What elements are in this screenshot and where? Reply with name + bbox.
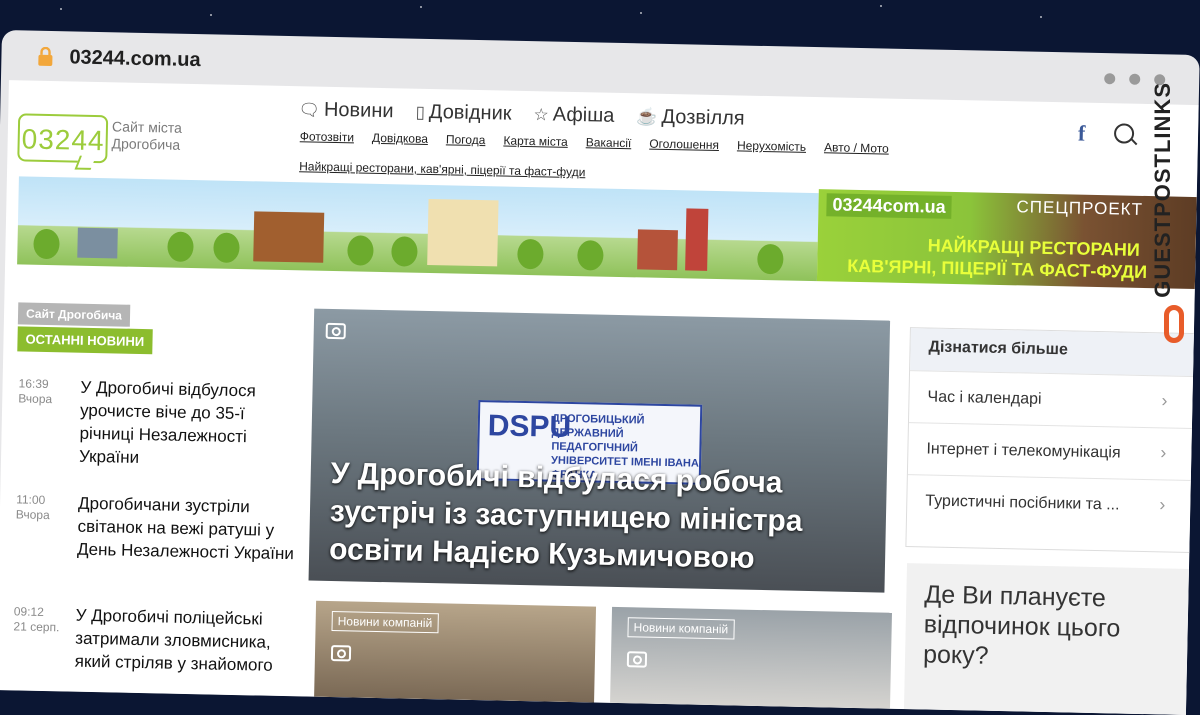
camera-icon [626, 651, 648, 668]
banner-tree [33, 228, 60, 260]
news-title[interactable]: Дрогобичани зустріли світанок на вежі ра… [77, 492, 296, 566]
sidebar-item-label: Туристичні посібники та ... [925, 492, 1120, 514]
banner-tree [517, 238, 544, 270]
nav-label: Довідник [428, 100, 512, 125]
window-dot[interactable] [1104, 73, 1116, 85]
subnav-link-map[interactable]: Карта міста [503, 133, 568, 150]
sidebar-item[interactable]: Інтернет і телекомунікація › [907, 422, 1195, 481]
banner-building [253, 211, 325, 263]
site-label: Сайт Дрогобича [17, 302, 131, 327]
subnav-link-photo[interactable]: Фотозвіти [300, 128, 355, 145]
news-section-heading[interactable]: ОСТАННІ НОВИНИ [17, 326, 153, 355]
subnav-link-weather[interactable]: Погода [446, 131, 486, 148]
sub-nav: Фотозвіти Довідкова Погода Карта міста В… [299, 128, 900, 187]
nav-label: Новини [323, 98, 394, 123]
facebook-icon[interactable]: f [1078, 121, 1086, 147]
search-icon[interactable] [1113, 123, 1135, 144]
sidebar-item[interactable]: Час і календарі › [908, 370, 1197, 429]
sidebar-item[interactable]: Туристичні посібники та ... › [906, 474, 1194, 533]
news-item[interactable]: 11:00 Вчора Дрогобичани зустріли світанок… [16, 490, 294, 563]
subnav-link-ads[interactable]: Оголошення [649, 136, 719, 153]
camera-icon [325, 322, 346, 340]
nav-events[interactable]: ☆ Афіша [533, 103, 614, 128]
logo-subtitle: Сайт міста Дрогобича [111, 118, 183, 153]
news-item[interactable]: 09:12 21 серп. У Дрогобичі поліцейські за… [13, 602, 284, 674]
nav-directory[interactable]: ▯ Довідник [415, 101, 511, 126]
subnav-link-realty[interactable]: Нерухомість [737, 137, 806, 154]
chain-link-icon [1164, 305, 1184, 343]
city-banner[interactable] [17, 176, 819, 282]
banner-tree [167, 231, 194, 263]
subnav-link-auto[interactable]: Авто / Мото [824, 139, 889, 156]
banner-tree [577, 240, 604, 271]
banner-tree [213, 232, 240, 264]
cup-icon: ☕ [636, 106, 658, 127]
spec-tag: СПЕЦПРОЕКТ [1016, 197, 1144, 219]
lock-icon [38, 46, 53, 67]
sidebar-item-label: Час і календарі [927, 388, 1042, 408]
spec-logo: 03244com.ua [826, 193, 952, 219]
news-title[interactable]: У Дрогобичі відбулося урочисте віче до 3… [79, 376, 299, 473]
sidebar-item-label: Інтернет і телекомунікація [926, 440, 1121, 462]
banner-tree [757, 243, 784, 275]
subnav-link-reference[interactable]: Довідкова [372, 130, 428, 147]
watermark-text: GUESTPOSTLINKS [1150, 82, 1175, 298]
address-bar[interactable]: 03244.com.ua [69, 46, 201, 72]
learn-more-box: Дізнатися більше Час і календарі › Інтер… [905, 327, 1198, 554]
main-nav: 🗨 Новини ▯ Довідник ☆ Афіша ☕ Дозвілля [298, 98, 745, 130]
window-dot[interactable] [1129, 73, 1141, 85]
browser-window: 03244.com.ua 03244 Сайт міста Дрогобича … [0, 30, 1200, 715]
news-time: 16:39 Вчора [18, 376, 53, 407]
web-page: 03244 Сайт міста Дрогобича 🗨 Новини ▯ До… [0, 80, 1199, 715]
speech-bubble-icon: 🗨 [298, 99, 321, 120]
hero-title[interactable]: У Дрогобичі відбулася робоча зустріч із … [329, 455, 881, 580]
news-item[interactable]: 16:39 Вчора У Дрогобичі відбулося урочист… [18, 374, 289, 467]
card-label: Новини компаній [331, 611, 439, 634]
poll-question: Де Ви плануєте відпочинок цього року? [922, 580, 1121, 670]
camera-icon [330, 645, 352, 662]
subnav-link-restaurants[interactable]: Найкращі ресторани, кав'ярні, піцерії та… [299, 158, 639, 181]
banner-building [685, 208, 709, 271]
news-card[interactable]: Новини компаній [313, 600, 597, 715]
logo-number: 03244 [21, 123, 105, 157]
news-card[interactable]: Новини компаній [609, 606, 892, 715]
nav-news[interactable]: 🗨 Новини [298, 98, 394, 123]
news-time: 11:00 Вчора [15, 492, 50, 523]
chevron-right-icon: › [1159, 494, 1166, 515]
nav-leisure[interactable]: ☕ Дозвілля [636, 105, 745, 130]
chevron-right-icon: › [1160, 442, 1167, 463]
nav-label: Афіша [552, 103, 615, 127]
chevron-right-icon: › [1161, 390, 1168, 411]
book-icon: ▯ [415, 102, 426, 122]
poll-widget[interactable]: Де Ви плануєте відпочинок цього року? [903, 563, 1191, 715]
card-label: Новини компаній [627, 617, 735, 640]
nav-label: Дозвілля [661, 105, 745, 130]
news-title[interactable]: У Дрогобичі поліцейські затримали зловми… [75, 604, 294, 678]
banner-tree [391, 236, 418, 267]
banner-tree [347, 235, 374, 266]
spec-line-1: НАЙКРАЩІ РЕСТОРАНИ [927, 235, 1141, 260]
banner-building [77, 227, 118, 259]
subnav-link-jobs[interactable]: Вакансії [586, 134, 632, 151]
logo-tail [74, 155, 96, 170]
news-time: 09:12 21 серп. [13, 604, 60, 635]
hero-article[interactable]: DSPU ДРОГОБИЦЬКИЙ ДЕРЖАВНИЙ ПЕДАГОГІЧНИЙ… [308, 308, 891, 593]
star-icon: ☆ [533, 104, 549, 124]
banner-building [637, 229, 678, 271]
banner-building [427, 198, 499, 267]
